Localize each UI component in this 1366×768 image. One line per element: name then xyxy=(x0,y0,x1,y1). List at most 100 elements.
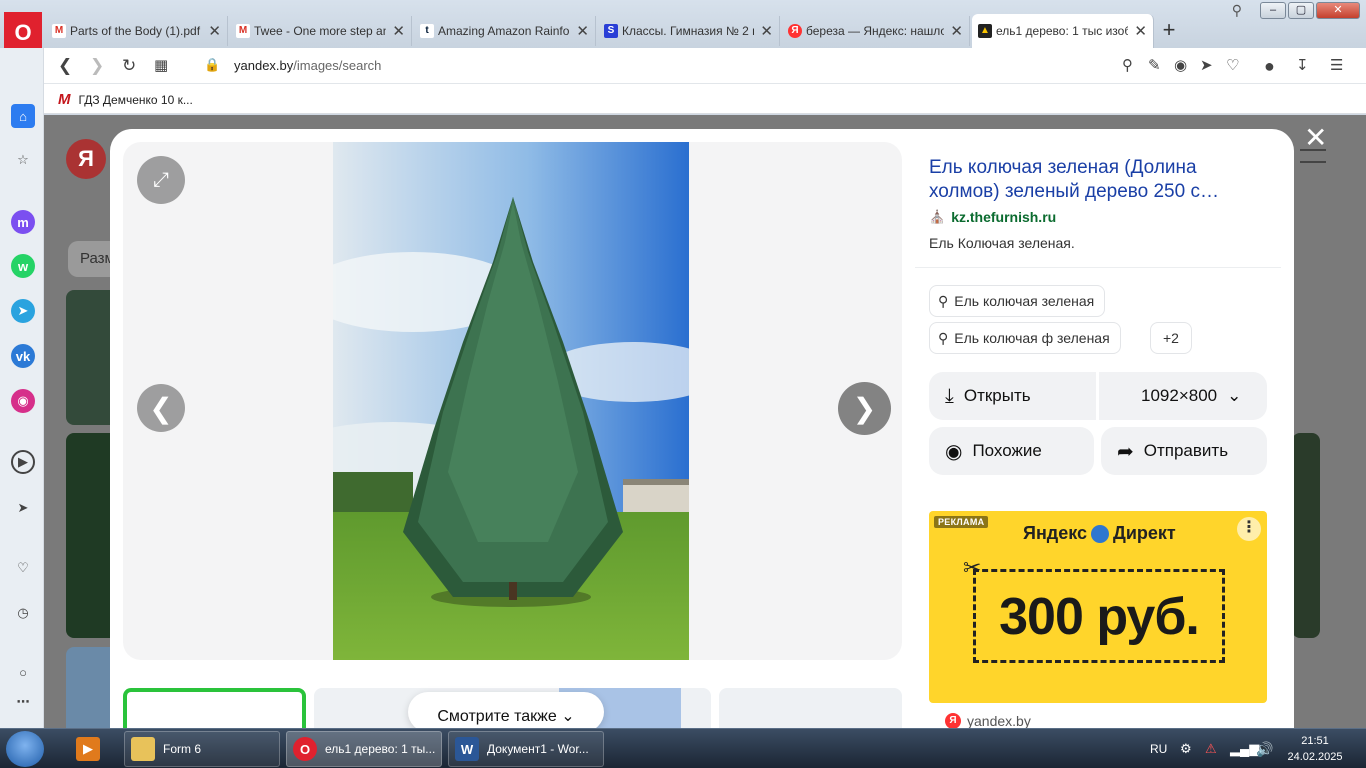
image-info-panel: Ель колючая зеленая (Долина холмов) зеле… xyxy=(915,142,1281,497)
ad-domain-label: yandex.by xyxy=(967,713,1031,728)
spruce-photo[interactable] xyxy=(333,142,689,660)
taskbar-label: Form 6 xyxy=(163,742,202,756)
telegram-icon[interactable]: ➤ xyxy=(11,299,35,323)
more-icon[interactable]: ⋯ xyxy=(11,690,35,714)
open-image-button[interactable]: ⤓ Открыть xyxy=(929,372,1096,420)
windows-taskbar: ▶ Form 6 O ель1 дерево: 1 ты... W Докуме… xyxy=(0,728,1366,768)
heart-icon[interactable]: ♡ xyxy=(11,556,35,580)
send-icon[interactable]: ➤ xyxy=(1200,56,1213,74)
speed-dial-icon[interactable]: ▦ xyxy=(154,56,168,74)
ad-brand-left: Яндекс xyxy=(1023,523,1088,543)
query-chip[interactable]: ⚲ Ель колючая зеленая xyxy=(929,285,1106,317)
opera-sidebar: ⌂ ☆ m w ➤ vk ◉ ▶ ➤ ♡ ◷ ○ ⋯ xyxy=(0,48,44,728)
tab-el-derevo[interactable]: ▲ ель1 дерево: 1 тыс изобр ✕ xyxy=(972,14,1154,48)
tab-bereza[interactable]: Я береза — Яндекс: нашлось ✕ xyxy=(782,16,970,46)
taskbar-opera[interactable]: O ель1 дерево: 1 ты... xyxy=(286,731,442,767)
snapshot-edit-icon[interactable]: ✎ xyxy=(1148,56,1161,74)
tab-twee[interactable]: M Twee - One more step and ✕ xyxy=(230,16,412,46)
url-field[interactable]: yandex.by/images/search xyxy=(234,58,381,73)
tab-title: Классы. Гимназия № 2 г. xyxy=(622,24,755,38)
next-image-button[interactable]: ❯ xyxy=(838,382,891,435)
zoom-icon[interactable]: ⚲ xyxy=(1122,56,1133,74)
more-chips-button[interactable]: +2 xyxy=(1150,322,1192,354)
new-tab-button[interactable]: + xyxy=(1158,16,1180,44)
yandex-logo[interactable]: Я xyxy=(66,139,106,179)
signal-tray-icon[interactable]: ▂▄▆ xyxy=(1230,729,1259,768)
taskbar-form6[interactable]: Form 6 xyxy=(124,731,280,767)
star-icon[interactable]: ☆ xyxy=(11,148,35,172)
home-icon[interactable]: ⌂ xyxy=(11,104,35,128)
close-tab-icon[interactable]: ✕ xyxy=(576,22,589,40)
close-tab-icon[interactable]: ✕ xyxy=(1134,22,1147,40)
alert-tray-icon[interactable]: ⚠ xyxy=(1205,729,1217,768)
see-also-label: Смотрите также xyxy=(437,708,557,725)
divider xyxy=(915,267,1281,268)
fullscreen-icon[interactable]: ⤢ xyxy=(137,156,185,204)
whatsapp-icon[interactable]: w xyxy=(11,254,35,278)
back-icon[interactable]: ❮ xyxy=(58,56,72,76)
see-also-button[interactable]: Смотрите также ⌄ xyxy=(408,692,604,728)
messenger-icon[interactable]: m xyxy=(11,210,35,234)
maximize-button[interactable]: ▢ xyxy=(1288,2,1314,19)
forward-icon[interactable]: ❯ xyxy=(90,56,104,76)
close-tab-icon[interactable]: ✕ xyxy=(392,22,405,40)
taskbar-word[interactable]: W Документ1 - Wor... xyxy=(448,731,604,767)
camera-icon[interactable]: ◉ xyxy=(1174,56,1187,74)
image-title-link[interactable]: Ель колючая зеленая (Долина холмов) зеле… xyxy=(929,156,1259,204)
download-icon[interactable]: ↧ xyxy=(1296,56,1309,74)
profile-icon[interactable]: ● xyxy=(1264,56,1275,77)
camera-search-icon: ◉ xyxy=(945,440,963,463)
lock-icon[interactable]: 🔒 xyxy=(204,57,220,73)
image-description: Ель Колючая зеленая. xyxy=(929,235,1075,251)
query-chip[interactable]: ⚲ Ель колючая ф зеленая xyxy=(929,322,1121,354)
close-tab-icon[interactable]: ✕ xyxy=(760,22,773,40)
language-indicator[interactable]: RU xyxy=(1150,729,1167,768)
notifications-icon[interactable]: ○ xyxy=(11,660,35,684)
tab-title: Parts of the Body (1).pdf xyxy=(70,24,201,38)
easy-setup-icon[interactable]: ☰ xyxy=(1330,56,1343,74)
player-icon[interactable]: ▶ xyxy=(11,450,35,474)
system-clock[interactable]: 21:51 24.02.2025 xyxy=(1280,733,1350,765)
share-button[interactable]: ➦ Отправить xyxy=(1101,427,1267,475)
tab-title: береза — Яндекс: нашлось xyxy=(806,24,945,38)
ad-more-icon[interactable]: ⋮ xyxy=(1237,517,1261,541)
tab-parts-of-body[interactable]: M Parts of the Body (1).pdf ✕ xyxy=(46,16,228,46)
reload-icon[interactable]: ↻ xyxy=(122,56,136,76)
send-icon[interactable]: ➤ xyxy=(11,496,35,520)
taskbar-media-player[interactable]: ▶ xyxy=(70,731,106,767)
previous-image-button[interactable]: ❮ xyxy=(137,384,185,432)
ad-brand-right: Директ xyxy=(1113,523,1176,543)
history-icon[interactable]: ◷ xyxy=(11,601,35,625)
taskbar-label: ель1 дерево: 1 ты... xyxy=(325,742,436,756)
chip-label: Ель колючая зеленая xyxy=(954,293,1095,309)
ad-banner[interactable]: РЕКЛАМА Яндекс Директ ✂ 300 руб. ⋮ xyxy=(929,511,1267,703)
result-thumb[interactable] xyxy=(1292,433,1320,638)
chevron-down-icon: ⌄ xyxy=(1227,386,1242,405)
direct-logo-icon xyxy=(1091,524,1110,543)
address-bar: ❮ ❯ ↻ ▦ 🔒 yandex.by/images/search ⚲ ✎ ◉ … xyxy=(44,48,1366,84)
close-tab-icon[interactable]: ✕ xyxy=(950,22,963,40)
close-window-button[interactable]: ✕ xyxy=(1316,2,1360,19)
similar-button[interactable]: ◉ Похожие xyxy=(929,427,1094,475)
image-viewer: ⤢ ❮ ❯ xyxy=(123,142,902,660)
related-thumb[interactable] xyxy=(719,688,902,728)
close-tab-icon[interactable]: ✕ xyxy=(208,22,221,40)
minimize-button[interactable]: – xyxy=(1260,2,1286,19)
volume-tray-icon[interactable]: 🔊 xyxy=(1256,729,1273,768)
bookmark-gdz[interactable]: M ГДЗ Демченко 10 к... xyxy=(58,91,193,108)
source-link[interactable]: ⛪ kz.thefurnish.ru xyxy=(929,209,1056,225)
instagram-icon[interactable]: ◉ xyxy=(11,389,35,413)
tab-search-icon[interactable]: ⚲ xyxy=(1232,2,1242,19)
ad-domain[interactable]: Я yandex.by xyxy=(945,713,1031,728)
related-thumb[interactable] xyxy=(123,688,306,728)
similar-label: Похожие xyxy=(972,441,1042,460)
start-button[interactable] xyxy=(6,731,44,767)
size-select[interactable]: 1092×800 ⌄ xyxy=(1099,372,1267,420)
tab-amazon-rainforest[interactable]: t Amazing Amazon Rainforest ✕ xyxy=(414,16,596,46)
bookmark-label: ГДЗ Демченко 10 к... xyxy=(78,92,193,107)
network-tray-icon[interactable]: ⚙ xyxy=(1180,729,1192,768)
heart-icon[interactable]: ♡ xyxy=(1226,56,1239,74)
tab-gymnasium[interactable]: S Классы. Гимназия № 2 г. ✕ xyxy=(598,16,780,46)
vk-icon[interactable]: vk xyxy=(11,344,35,368)
close-viewer-button[interactable]: ✕ xyxy=(1304,124,1327,152)
